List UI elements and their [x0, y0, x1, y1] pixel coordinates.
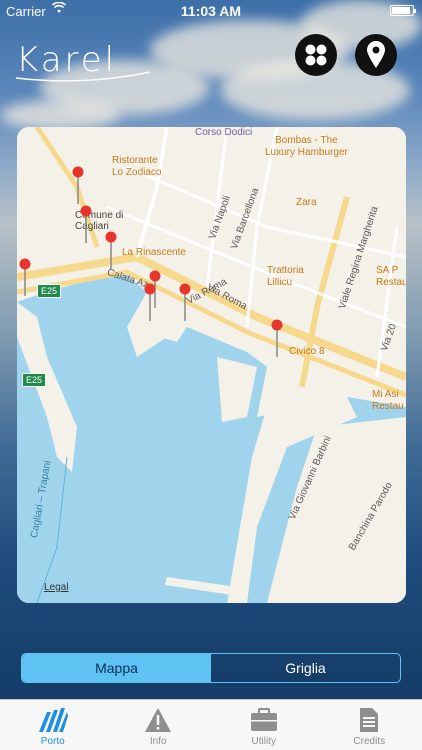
tab-porto-label: Porto	[40, 736, 65, 747]
tab-utility[interactable]: Utility	[211, 700, 317, 750]
tab-utility-label: Utility	[251, 736, 276, 747]
map-label-corso-dodici: Corso Dodici	[195, 127, 253, 138]
map-pin-marker[interactable]	[72, 166, 84, 206]
tab-info-label: Info	[149, 736, 167, 747]
segment-griglia[interactable]: Griglia	[211, 654, 400, 682]
map-pin-marker[interactable]	[271, 319, 283, 359]
map-pin-marker[interactable]	[80, 205, 92, 245]
map-poi-trattoria: Trattoria Lillicu	[267, 265, 304, 288]
segment-mappa[interactable]: Mappa	[22, 654, 211, 682]
clock: 11:03 AM	[180, 3, 242, 19]
tab-credits-label: Credits	[353, 736, 386, 747]
tab-porto[interactable]: Porto	[0, 700, 106, 750]
map-pin-icon	[367, 41, 385, 68]
grid-menu-button[interactable]	[295, 34, 337, 76]
map-poi-sa-p: SA P Restau	[376, 265, 406, 288]
map-pin-marker[interactable]	[144, 283, 156, 323]
tab-bar: Porto Info Utility Credits	[0, 699, 422, 750]
document-icon	[359, 706, 379, 734]
map-poi-mi-asi: Mi Asi Restau	[372, 389, 404, 412]
map-poi-civico: Civico 8	[289, 346, 325, 357]
battery-icon	[390, 5, 416, 16]
briefcase-icon	[250, 706, 278, 734]
map-pin-marker[interactable]	[19, 258, 31, 298]
map-pin-marker[interactable]	[105, 231, 117, 271]
map-poi-zara: Zara	[296, 197, 317, 208]
tab-info[interactable]: Info	[106, 700, 212, 750]
location-button[interactable]	[355, 34, 397, 76]
four-dots-icon	[305, 44, 327, 66]
status-bar: Carrier 11:03 AM	[0, 0, 422, 22]
port-map[interactable]: Corso Dodici Bombas - The Luxury Hamburg…	[17, 127, 406, 603]
logo-swoosh-icon	[15, 71, 151, 82]
view-mode-segmented-control[interactable]: Mappa Griglia	[21, 653, 401, 683]
e25-badge-2: E25	[22, 373, 47, 387]
e25-badge-1: E25	[37, 284, 62, 298]
warning-icon	[144, 706, 172, 734]
map-pin-marker[interactable]	[179, 283, 191, 323]
porto-icon	[37, 706, 69, 734]
map-poi-bombas: Bombas - The Luxury Hamburger	[265, 135, 348, 158]
tab-credits[interactable]: Credits	[317, 700, 422, 750]
map-poi-rinascente: La Rinascente	[122, 247, 186, 258]
map-poi-ristorante: Ristorante Lo Zodiaco	[112, 155, 162, 178]
map-legal-link[interactable]: Legal	[44, 582, 68, 593]
